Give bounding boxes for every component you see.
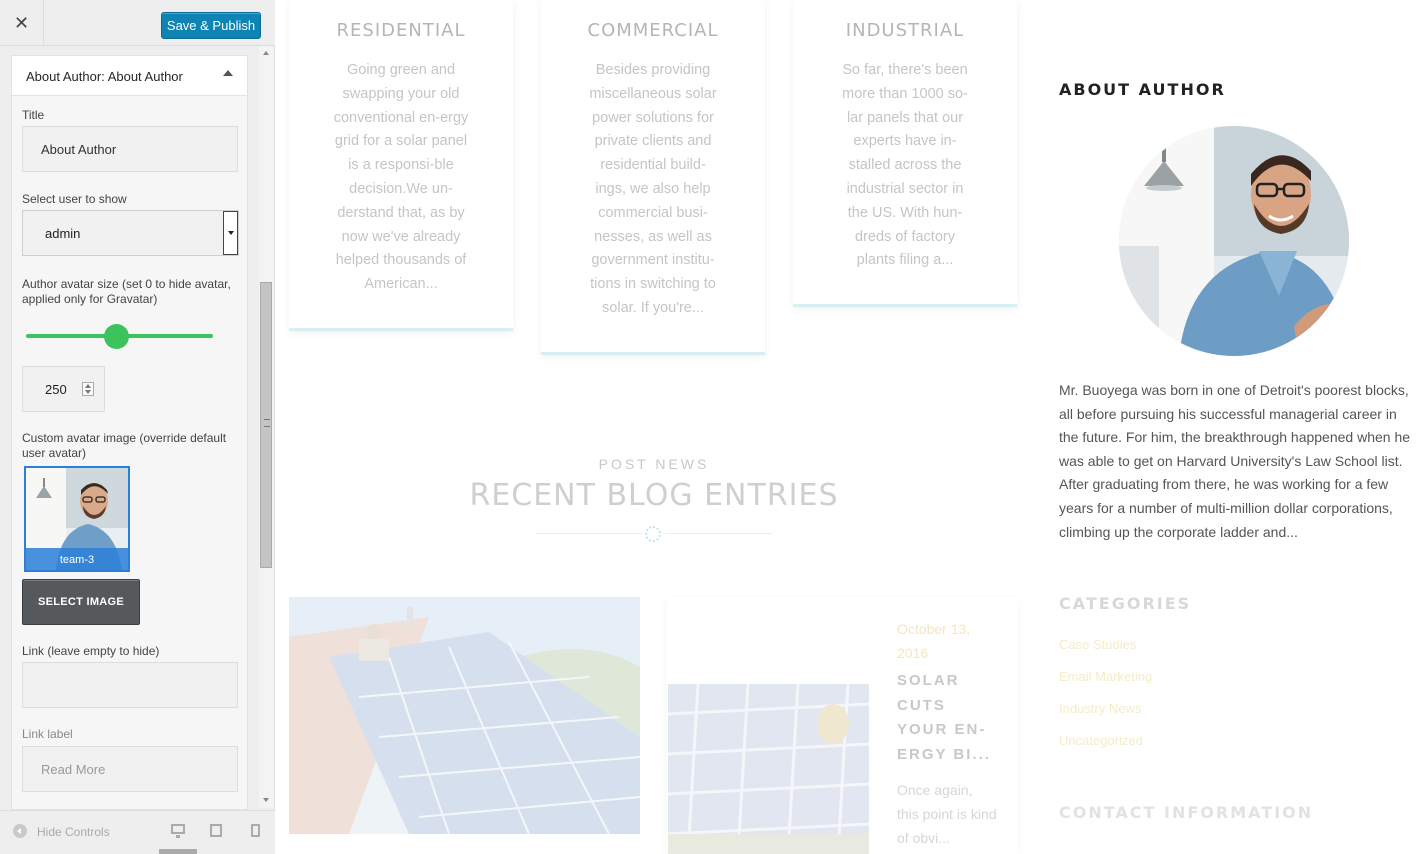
service-card-commercial: COMMERCIAL Besides providing miscellaneo… — [541, 0, 765, 355]
service-card-underline — [289, 328, 513, 331]
service-card-underline — [541, 352, 765, 355]
service-card-residential: RESIDENTIAL Going green and swapping you… — [289, 0, 513, 331]
scroll-down-icon[interactable] — [263, 798, 269, 802]
author-bio: Mr. Buoyega was born in one of Detroit's… — [1059, 382, 1411, 540]
close-icon[interactable]: ✕ — [0, 0, 44, 46]
service-title: INDUSTRIAL — [845, 20, 965, 41]
blog-post-card: October 13, 2016 SOLAR CUTS YOUR EN-ERGY… — [667, 597, 1018, 854]
blog-post-image[interactable] — [668, 684, 869, 854]
category-link[interactable]: Case Studies — [1059, 637, 1136, 652]
service-text: So far, there's been more than 1000 so-l… — [842, 62, 968, 269]
service-text: Besides providing miscellaneous solar po… — [589, 62, 717, 316]
link-input[interactable] — [22, 662, 238, 708]
select-image-button[interactable]: SELECT IMAGE — [22, 579, 140, 625]
scrollbar-thumb[interactable] — [260, 282, 272, 568]
user-select-label: Select user to show — [22, 192, 127, 206]
chevron-down-icon[interactable] — [223, 211, 238, 255]
hide-controls-label[interactable]: Hide Controls — [37, 825, 110, 839]
hide-controls-icon[interactable] — [13, 824, 27, 838]
number-spinner-icon[interactable] — [82, 382, 94, 396]
blog-post-image[interactable] — [289, 597, 640, 834]
author-avatar — [1119, 126, 1349, 356]
widget-title-name: About Author — [107, 69, 183, 84]
blog-section-title: RECENT BLOG ENTRIES — [469, 478, 839, 513]
scroll-up-icon[interactable] — [263, 51, 269, 55]
preview-main-content: RESIDENTIAL Going green and swapping you… — [275, 0, 1035, 854]
widget-title-prefix: About Author: — [26, 69, 105, 84]
custom-avatar-label: Custom avatar image (override default us… — [22, 431, 227, 460]
link-label-field-label: Link label — [22, 727, 73, 741]
contact-information-heading: CONTACT INFORMATION — [1059, 803, 1314, 822]
avatar-size-label: Author avatar size (set 0 to hide avatar… — [22, 277, 231, 306]
service-text: Going green and swapping your old conven… — [333, 62, 469, 293]
author-photo-icon — [1119, 126, 1349, 356]
avatar-size-slider-handle[interactable] — [104, 324, 129, 349]
category-link[interactable]: Email Marketing — [1059, 669, 1152, 684]
site-preview: RESIDENTIAL Going green and swapping you… — [275, 0, 1419, 854]
categories-heading: CATEGORIES — [1059, 594, 1192, 613]
widget-title: About Author: About Author — [26, 69, 183, 84]
category-link[interactable]: Uncategorized — [1059, 733, 1143, 748]
about-author-heading: ABOUT AUTHOR — [1059, 80, 1226, 99]
gear-icon — [645, 526, 661, 542]
user-select[interactable]: admin — [22, 210, 239, 256]
collapse-arrow-icon[interactable] — [223, 70, 233, 76]
service-title: RESIDENTIAL — [336, 20, 466, 41]
avatar-size-value: 250 — [45, 382, 67, 397]
customizer-header: ✕ Save & Publish — [0, 0, 275, 46]
service-card-industrial: INDUSTRIAL So far, there's been more tha… — [793, 0, 1017, 307]
service-card-underline — [793, 304, 1017, 307]
title-input[interactable]: About Author — [22, 126, 238, 172]
tablet-icon[interactable] — [210, 824, 222, 837]
widget-header[interactable]: About Author: About Author — [12, 56, 247, 96]
scrollbar-grip-icon — [264, 419, 270, 427]
divider — [665, 533, 772, 534]
blog-post-excerpt: Once again, this point is kind of obvi..… — [897, 782, 997, 846]
solar-panel-photo-icon — [668, 684, 869, 854]
customizer-sidebar: ✕ Save & Publish About Author: About Aut… — [0, 0, 275, 854]
solar-roof-photo-icon — [289, 597, 640, 834]
desktop-icon[interactable] — [171, 824, 185, 838]
category-link[interactable]: Industry News — [1059, 701, 1141, 716]
blog-post-date[interactable]: October 13, 2016 — [897, 617, 997, 665]
blog-post-title[interactable]: SOLAR CUTS YOUR EN-ERGY BI... — [897, 669, 997, 767]
service-title: COMMERCIAL — [587, 20, 719, 41]
custom-avatar-filename: team-3 — [59, 554, 95, 566]
avatar-size-number-input[interactable]: 250 — [22, 366, 105, 412]
blog-kicker: POST NEWS — [598, 456, 710, 472]
user-select-value: admin — [45, 226, 81, 241]
customizer-scrollbar[interactable] — [259, 46, 274, 808]
custom-avatar-thumbnail[interactable]: team-3 — [24, 466, 130, 572]
link-label-input[interactable]: Read More — [22, 746, 238, 792]
title-field-label: Title — [22, 108, 45, 122]
customizer-footer: Hide Controls — [0, 810, 275, 854]
widget-panel: About Author: About Author Title About A… — [11, 55, 248, 810]
mobile-icon[interactable] — [251, 824, 260, 837]
link-field-label: Link (leave empty to hide) — [22, 644, 160, 658]
save-publish-button[interactable]: Save & Publish — [161, 12, 261, 39]
divider — [535, 533, 642, 534]
active-device-indicator — [159, 849, 197, 854]
